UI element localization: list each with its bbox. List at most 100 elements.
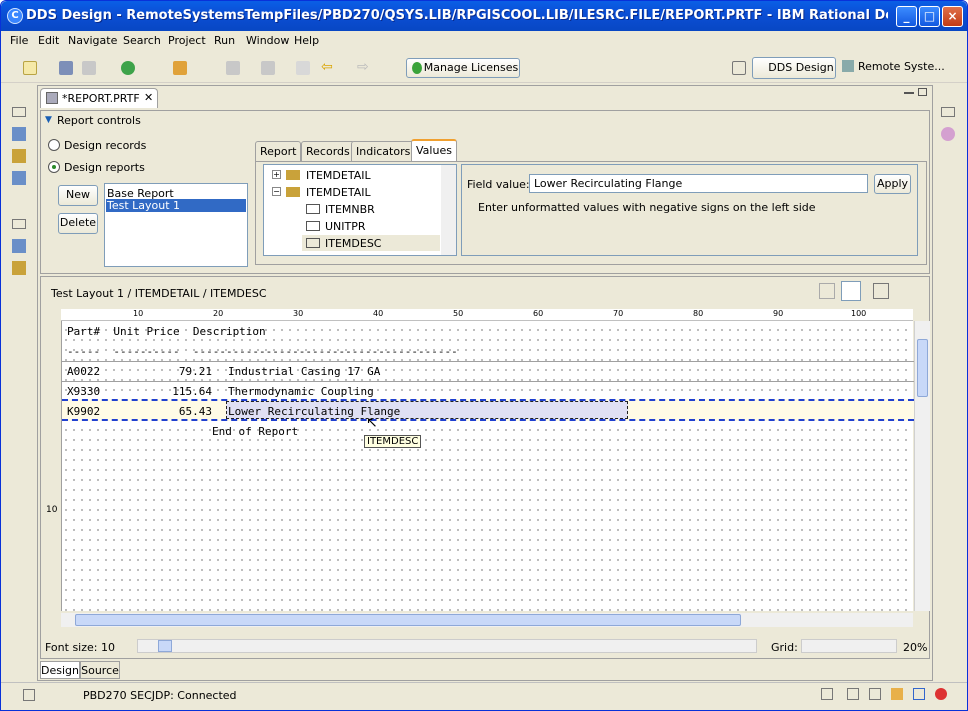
grid-toggle-icon[interactable] (841, 281, 861, 301)
end-of-report[interactable]: End of Report (212, 425, 298, 438)
tab-source[interactable]: Source (80, 661, 120, 679)
tree-icon[interactable] (12, 149, 26, 163)
error-icon[interactable] (935, 688, 947, 700)
outline-icon[interactable] (12, 171, 26, 185)
minimize-button[interactable]: _ (896, 6, 917, 27)
app-icon: C (7, 8, 23, 24)
perspective-remote-systems[interactable]: Remote Syste... (842, 60, 945, 73)
maximize-view-icon[interactable] (918, 88, 927, 96)
tab-report[interactable]: Report (255, 141, 302, 161)
apply-button[interactable]: Apply (874, 174, 911, 194)
fast-view-icon[interactable] (23, 689, 35, 701)
row-desc[interactable]: Industrial Casing 17 GA (228, 365, 380, 378)
delete-button[interactable]: Delete (58, 213, 98, 234)
ruler-mark: 90 (773, 309, 784, 318)
forward-arrow-icon[interactable]: ⇨ (357, 60, 371, 75)
menu-navigate[interactable]: Navigate (68, 34, 117, 47)
left-trim-stack (7, 85, 33, 281)
list-item-selected[interactable]: Test Layout 1 (106, 199, 246, 212)
row-desc[interactable]: Thermodynamic Coupling (228, 385, 374, 398)
align-icon[interactable] (819, 283, 835, 299)
close-button[interactable]: × (942, 6, 963, 27)
menu-search[interactable]: Search (123, 34, 161, 47)
back-arrow-icon[interactable]: ⇦ (321, 60, 335, 75)
maximize-button[interactable]: □ (919, 6, 940, 27)
perspective-label: DDS Design (768, 61, 834, 74)
print-icon[interactable] (82, 61, 96, 75)
save-icon[interactable] (59, 61, 73, 75)
tab-records[interactable]: Records (301, 141, 355, 161)
manage-licenses-button[interactable]: Manage Licenses (406, 58, 520, 78)
last-edit-icon[interactable] (296, 61, 310, 75)
scroll-thumb[interactable] (917, 339, 928, 397)
run-icon[interactable] (121, 61, 135, 75)
tree-item[interactable]: ITEMNBR (325, 203, 375, 216)
row-part[interactable]: A0022 (67, 365, 100, 378)
status-icon[interactable] (891, 688, 903, 700)
collapse-icon[interactable]: ▼ (45, 115, 52, 125)
menu-run[interactable]: Run (214, 34, 235, 47)
menu-window[interactable]: Window (246, 34, 289, 47)
row-part[interactable]: X9330 (67, 385, 100, 398)
row-price[interactable]: 115.64 (152, 385, 212, 398)
report-canvas[interactable]: Part# Unit Price Description ----- -----… (61, 321, 914, 611)
perspective-dds-design[interactable]: DDS Design (752, 57, 836, 79)
menu-project[interactable]: Project (168, 34, 206, 47)
tab-close-icon[interactable]: ✕ (144, 91, 153, 104)
menu-edit[interactable]: Edit (38, 34, 59, 47)
radio-design-records[interactable] (48, 139, 60, 151)
hscroll-thumb[interactable] (75, 614, 741, 626)
wand-icon[interactable] (173, 61, 187, 75)
new-icon[interactable] (23, 61, 37, 75)
menu-help[interactable]: Help (294, 34, 319, 47)
radio-label-records: Design records (64, 139, 147, 152)
open-perspective-icon[interactable] (732, 61, 746, 75)
restore-icon-2[interactable] (12, 219, 26, 229)
grid-slider[interactable] (801, 639, 897, 653)
file-icon (46, 92, 58, 104)
row-price[interactable]: 79.21 (152, 365, 212, 378)
members-icon[interactable] (12, 261, 26, 275)
restore-icon[interactable] (12, 107, 26, 117)
font-size-slider[interactable] (137, 639, 757, 653)
tree-item[interactable]: ITEMDETAIL (306, 169, 371, 182)
tab-design[interactable]: Design (40, 661, 80, 679)
font-size-label: Font size: 10 (45, 641, 115, 654)
nav2-icon[interactable] (261, 61, 275, 75)
status-icon[interactable] (869, 688, 881, 700)
tree-item[interactable]: ITEMDETAIL (306, 186, 371, 199)
tab-indicators[interactable]: Indicators (351, 141, 416, 161)
collapse-tree-icon[interactable]: − (272, 187, 281, 196)
tree-scrollbar[interactable] (441, 165, 456, 255)
restore-right-icon[interactable] (941, 107, 955, 117)
properties-view-icon[interactable] (873, 283, 889, 299)
vertical-scrollbar[interactable] (914, 321, 930, 611)
expand-icon[interactable]: + (272, 170, 281, 179)
dashes-line[interactable]: ----- ---------- -----------------------… (67, 345, 458, 358)
status-icon[interactable] (847, 688, 859, 700)
properties-icon[interactable] (12, 239, 26, 253)
layout-list: Base Report Test Layout 1 (104, 183, 248, 267)
tab-values[interactable]: Values (411, 139, 457, 161)
status-icon[interactable] (821, 688, 833, 700)
horizontal-scrollbar[interactable] (61, 613, 913, 627)
tree-item-selected[interactable]: ITEMDESC (325, 237, 382, 250)
radio-design-reports[interactable] (48, 161, 60, 173)
field-value-input[interactable]: Lower Recirculating Flange (529, 174, 868, 193)
view-icon[interactable] (12, 127, 26, 141)
row-price[interactable]: 65.43 (152, 405, 212, 418)
minimize-view-icon[interactable] (904, 88, 914, 94)
row-part[interactable]: K9902 (67, 405, 100, 418)
connection-status: PBD270 SECJDP: Connected (83, 689, 237, 702)
slider-thumb[interactable] (158, 640, 172, 652)
tree-item[interactable]: UNITPR (325, 220, 366, 233)
palette-icon[interactable] (941, 127, 955, 141)
nav-icon[interactable] (226, 61, 240, 75)
status-icon[interactable] (913, 688, 925, 700)
header-line[interactable]: Part# Unit Price Description (67, 325, 266, 338)
menu-file[interactable]: File (10, 34, 28, 47)
record-separator (62, 361, 914, 362)
editor-tab[interactable]: *REPORT.PRTF ✕ (40, 88, 158, 108)
new-button[interactable]: New (58, 185, 98, 206)
ruler-mark: 10 (133, 309, 144, 318)
